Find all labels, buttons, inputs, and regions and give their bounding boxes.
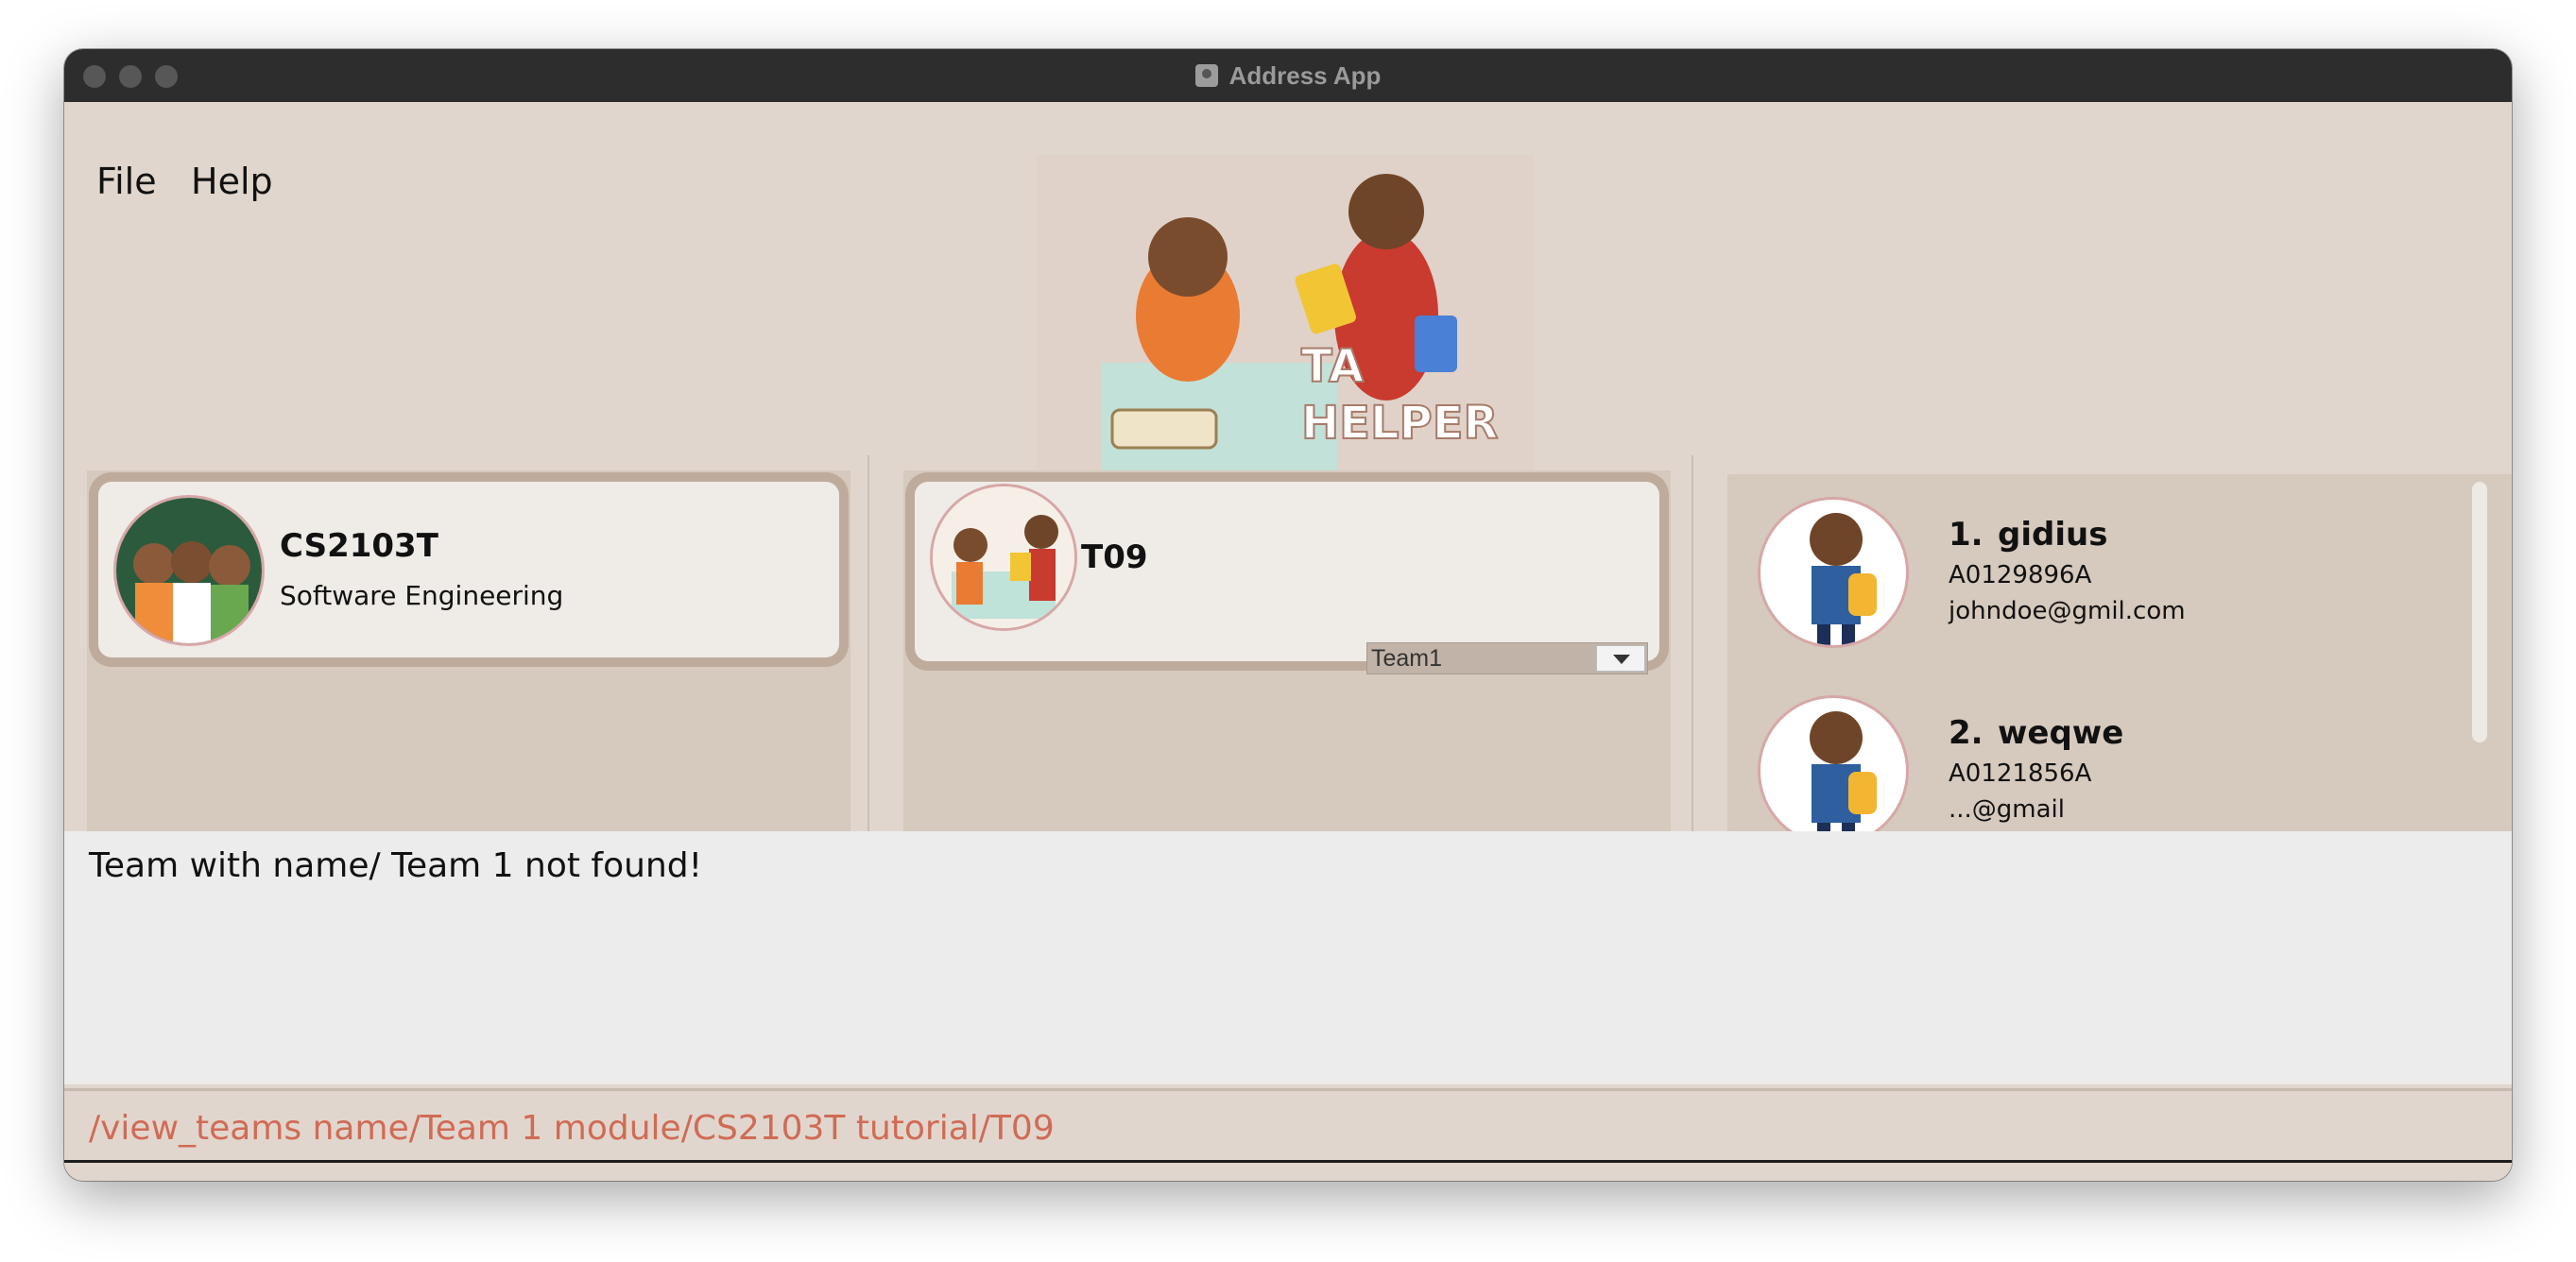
bottom-border (64, 1160, 2512, 1163)
menu-help[interactable]: Help (191, 161, 273, 202)
module-card[interactable]: CS2103T Software Engineering (98, 482, 839, 657)
person-index: 2. (1949, 714, 1984, 752)
module-name: Software Engineering (280, 580, 564, 611)
person-email: johndoe@gmil.com (1949, 597, 2186, 625)
command-box (64, 1088, 2512, 1170)
module-avatar (113, 495, 265, 646)
person-id: A0129896A (1949, 561, 2092, 589)
team-select-value: Team1 (1371, 645, 1443, 672)
person-email: ...@gmail (1949, 795, 2066, 824)
menu-file[interactable]: File (96, 161, 157, 202)
command-input[interactable] (87, 1108, 1697, 1149)
person-avatar (1758, 695, 1909, 846)
person-index: 1. (1949, 516, 1984, 554)
person-avatar (1758, 497, 1909, 648)
svg-text:TA: TA (1301, 340, 1364, 393)
svg-text:HELPER: HELPER (1301, 397, 1498, 450)
tutorial-list-panel: T09 Team1 (903, 470, 1671, 850)
person-name: weqwe (1998, 714, 2124, 752)
tutorial-avatar (930, 484, 1077, 631)
window-title-group: Address App (64, 49, 2512, 102)
person-list-panel: 1. gidius A0129896A johndoe@gmil.com 2. … (1727, 474, 2512, 852)
window-title: Address App (1228, 60, 1382, 90)
chevron-down-icon[interactable] (1596, 645, 1645, 672)
module-code: CS2103T (280, 527, 438, 565)
feedback-message: Team with name/ Team 1 not found! (89, 846, 703, 885)
app-icon (1194, 64, 1218, 87)
team-select[interactable]: Team1 (1366, 642, 1648, 674)
tutorial-card[interactable]: T09 Team1 (915, 482, 1659, 674)
tutorial-code: T09 (1081, 538, 1148, 576)
person-name: gidius (1998, 516, 2108, 554)
panel-divider-left (867, 455, 869, 871)
person-list-scrollbar[interactable] (2472, 482, 2487, 742)
title-bar: Address App (64, 49, 2512, 102)
person-card[interactable]: 1. gidius A0129896A johndoe@gmil.com (1727, 474, 2512, 673)
person-card[interactable]: 2. weqwe A0121856A ...@gmail (1727, 673, 2512, 852)
app-window: Address App File Help TA HELPER CS2103T … (64, 49, 2512, 1181)
person-id: A0121856A (1949, 759, 2092, 788)
module-list-panel: CS2103T Software Engineering (87, 470, 850, 850)
panel-divider-right (1692, 455, 1693, 871)
ta-helper-logo: TA HELPER (1037, 155, 1534, 497)
feedback-panel: Team with name/ Team 1 not found! (64, 831, 2512, 1084)
